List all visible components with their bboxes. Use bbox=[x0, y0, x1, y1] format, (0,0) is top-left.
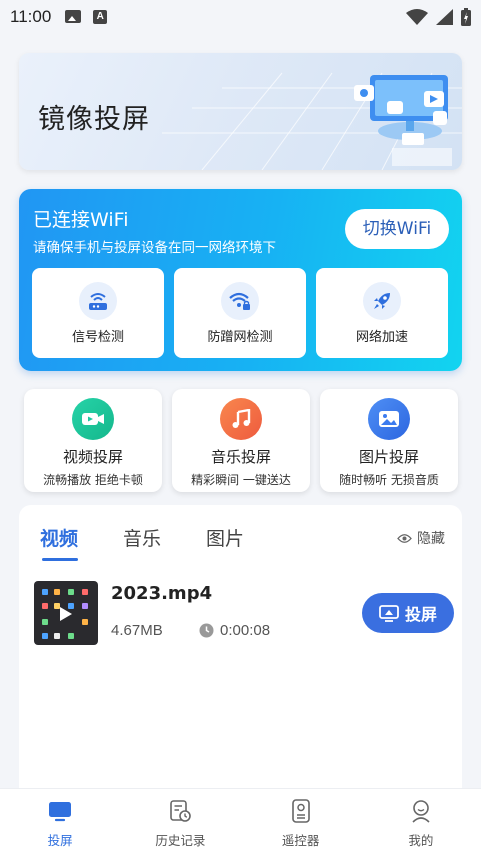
music-icon bbox=[232, 409, 251, 428]
tool-network-boost[interactable]: 网络加速 bbox=[316, 268, 448, 358]
file-name: 2023.mp4 bbox=[111, 583, 213, 604]
status-bar: 11:00 A bbox=[0, 0, 481, 34]
feature-title: 视频投屏 bbox=[62, 448, 123, 466]
media-list-panel: 视频 音乐 图片 隐藏 2023.mp4 4.67MB 0:00:08 投屏 bbox=[19, 505, 462, 805]
wifi-status-title: 已连接WiFi bbox=[33, 209, 129, 231]
bottom-nav: 投屏 历史记录 遥控器 我的 bbox=[0, 788, 481, 855]
nav-label: 我的 bbox=[408, 833, 434, 848]
nav-item-history[interactable]: 历史记录 bbox=[120, 789, 240, 855]
tool-label: 信号检测 bbox=[71, 330, 124, 345]
hide-toggle[interactable]: 隐藏 bbox=[397, 528, 445, 548]
battery-icon bbox=[461, 8, 471, 26]
hide-label: 隐藏 bbox=[417, 531, 445, 547]
router-icon bbox=[89, 293, 107, 310]
cast-icon bbox=[49, 802, 72, 822]
image-icon bbox=[379, 411, 399, 427]
video-icon bbox=[82, 413, 104, 425]
nav-label: 投屏 bbox=[47, 833, 73, 848]
wifi-status-subtitle: 请确保手机与投屏设备在同一网络环境下 bbox=[33, 240, 276, 256]
file-size: 4.67MB bbox=[111, 622, 163, 639]
list-item[interactable]: 2023.mp4 4.67MB 0:00:08 投屏 bbox=[34, 581, 454, 647]
screen-cast-icon bbox=[379, 604, 399, 622]
mirror-cast-banner[interactable]: 镜像投屏 bbox=[19, 53, 462, 170]
feature-subtitle: 流畅播放 拒绝卡顿 bbox=[43, 473, 143, 487]
file-duration: 0:00:08 bbox=[199, 622, 270, 639]
tab-image[interactable]: 图片 bbox=[206, 524, 244, 551]
wifi-signal-icon bbox=[406, 9, 428, 25]
remote-icon bbox=[291, 799, 310, 823]
nav-item-cast[interactable]: 投屏 bbox=[0, 789, 120, 855]
media-tabs: 视频 音乐 图片 bbox=[40, 524, 244, 561]
cell-signal-icon bbox=[436, 9, 453, 25]
wifi-lock-icon bbox=[229, 292, 250, 310]
feature-image-cast[interactable]: 图片投屏 随时畅听 无损音质 bbox=[320, 389, 458, 492]
tool-anti-leech-detection[interactable]: 防蹭网检测 bbox=[174, 268, 306, 358]
tool-label: 防蹭网检测 bbox=[207, 330, 273, 345]
tab-music[interactable]: 音乐 bbox=[123, 524, 161, 551]
play-icon bbox=[60, 607, 72, 621]
banner-title: 镜像投屏 bbox=[38, 104, 150, 135]
history-icon bbox=[170, 800, 192, 822]
nav-item-profile[interactable]: 我的 bbox=[361, 789, 481, 855]
tab-video[interactable]: 视频 bbox=[40, 524, 79, 561]
eye-icon bbox=[397, 533, 412, 543]
cast-button-label: 投屏 bbox=[404, 605, 437, 624]
nav-item-remote[interactable]: 遥控器 bbox=[241, 789, 361, 855]
feature-music-cast[interactable]: 音乐投屏 精彩瞬间 一键送达 bbox=[172, 389, 310, 492]
clock-icon bbox=[199, 623, 214, 638]
video-thumbnail bbox=[34, 581, 98, 645]
status-time: 11:00 bbox=[10, 7, 52, 26]
switch-wifi-button[interactable]: 切换WiFi bbox=[345, 209, 449, 249]
feature-video-cast[interactable]: 视频投屏 流畅播放 拒绝卡顿 bbox=[24, 389, 162, 492]
feature-title: 音乐投屏 bbox=[210, 448, 271, 466]
feature-subtitle: 精彩瞬间 一键送达 bbox=[191, 473, 291, 487]
banner-illustration bbox=[162, 72, 462, 170]
feature-title: 图片投屏 bbox=[358, 448, 419, 466]
tool-label: 网络加速 bbox=[355, 330, 408, 345]
gallery-notification-icon bbox=[65, 10, 82, 23]
tool-signal-detection[interactable]: 信号检测 bbox=[32, 268, 164, 358]
profile-icon bbox=[412, 800, 430, 823]
app-notification-icon: A bbox=[93, 10, 108, 24]
rocket-icon bbox=[374, 293, 390, 309]
duration-value: 0:00:08 bbox=[220, 622, 271, 639]
nav-label: 遥控器 bbox=[281, 833, 320, 848]
nav-label: 历史记录 bbox=[155, 833, 206, 848]
cast-button[interactable]: 投屏 bbox=[362, 593, 454, 633]
wifi-status-card: 已连接WiFi 请确保手机与投屏设备在同一网络环境下 切换WiFi 信号检测 防… bbox=[19, 189, 462, 371]
feature-subtitle: 随时畅听 无损音质 bbox=[339, 473, 439, 487]
